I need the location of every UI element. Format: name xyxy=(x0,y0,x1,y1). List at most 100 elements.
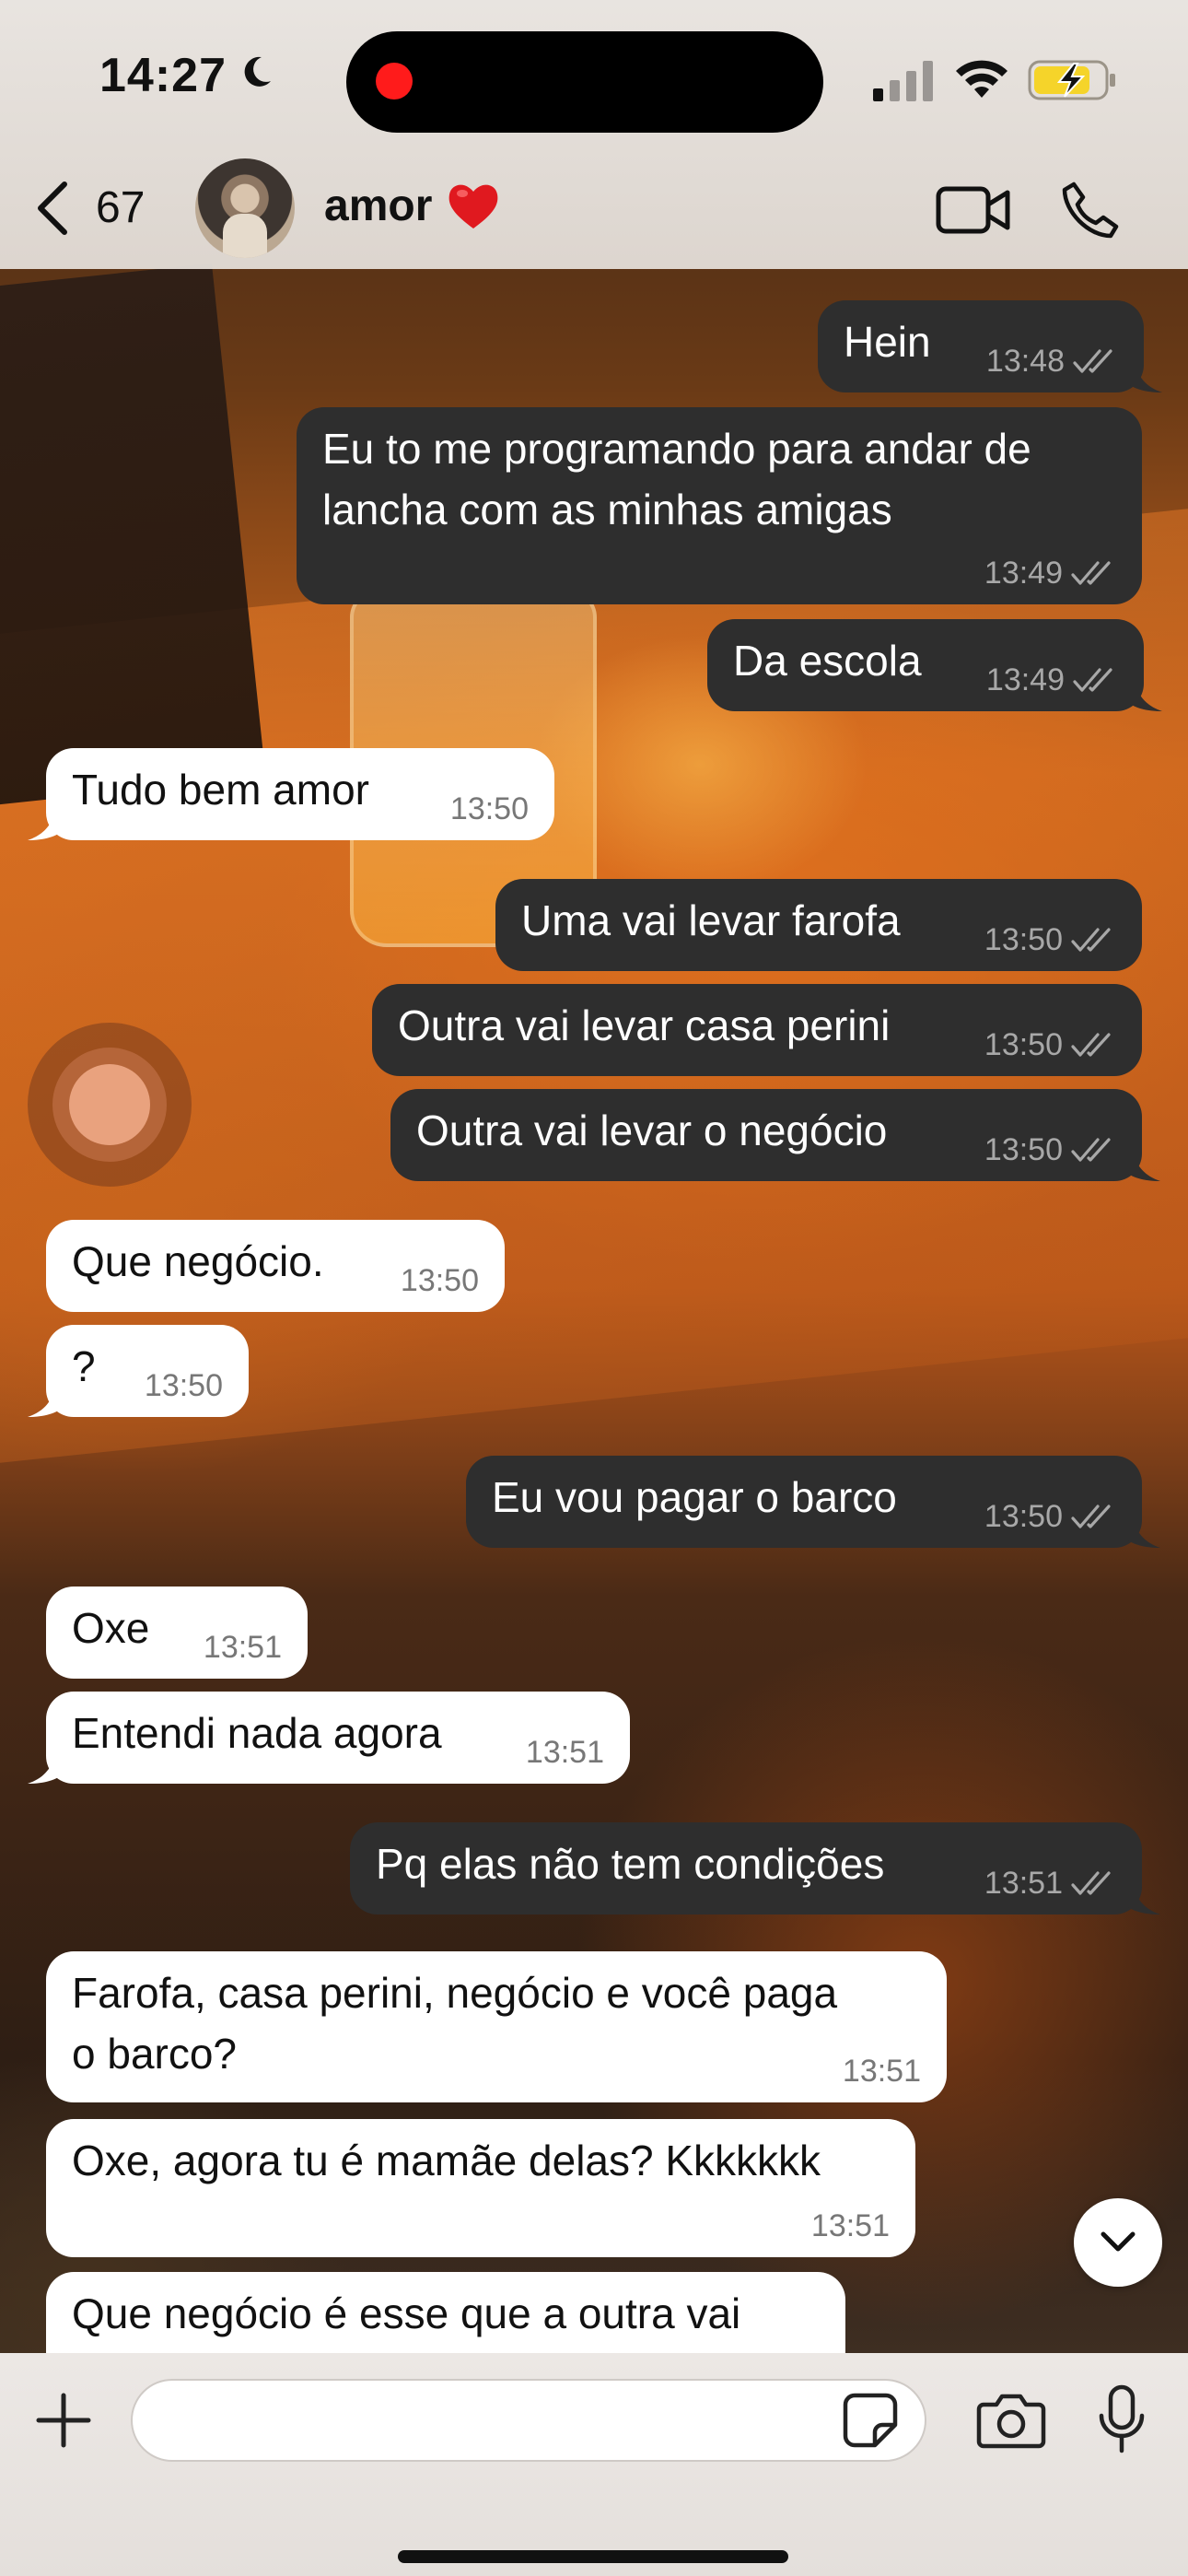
outgoing-message[interactable]: Outra vai levar o negócio 13:50 xyxy=(390,1089,1142,1181)
message-time: 13:50 xyxy=(144,1368,223,1403)
message-text-line: Eu to me programando para andar de xyxy=(322,425,1031,473)
message-text: Outra vai levar casa perini xyxy=(398,1001,891,1049)
read-receipt-icon xyxy=(1071,1871,1111,1895)
message-text-line: o barco? xyxy=(72,2030,238,2078)
message-text: Tudo bem amor xyxy=(72,766,369,814)
outgoing-message[interactable]: Hein 13:48 xyxy=(818,300,1144,392)
read-receipt-icon xyxy=(1073,668,1112,692)
scroll-to-bottom-button[interactable] xyxy=(1074,2198,1162,2287)
outgoing-message[interactable]: Eu vou pagar o barco 13:50 xyxy=(466,1456,1142,1548)
sticker-icon[interactable] xyxy=(842,2392,899,2449)
message-time: 13:49 xyxy=(985,662,1065,697)
microphone-icon[interactable] xyxy=(1096,2384,1147,2454)
message-time: 13:50 xyxy=(984,1027,1063,1062)
message-time: 13:50 xyxy=(984,1132,1063,1167)
message-input[interactable] xyxy=(131,2379,926,2462)
camera-icon[interactable] xyxy=(976,2392,1046,2449)
bubble-tail xyxy=(1124,1881,1160,1914)
incoming-message[interactable]: Entendi nada agora 13:51 xyxy=(46,1692,630,1784)
message-meta: 13:50 xyxy=(984,1026,1116,1063)
incoming-message[interactable]: Farofa, casa perini, negócio e você paga… xyxy=(46,1951,947,2102)
message-text: Eu vou pagar o barco xyxy=(492,1473,897,1521)
dynamic-island xyxy=(346,31,823,133)
heart-icon xyxy=(448,184,498,228)
message-meta: 13:50 xyxy=(984,1498,1116,1535)
moon-icon xyxy=(244,56,271,87)
message-text: Que negócio. xyxy=(72,1237,324,1285)
outgoing-message[interactable]: Uma vai levar farofa 13:50 xyxy=(495,879,1142,971)
back-chevron-icon[interactable] xyxy=(33,181,74,236)
read-receipt-icon xyxy=(1073,349,1112,373)
message-text: Outra vai levar o negócio xyxy=(416,1107,888,1154)
message-text: Oxe xyxy=(72,1604,150,1652)
message-time: 13:50 xyxy=(984,922,1063,957)
message-time: 13:51 xyxy=(203,1630,282,1665)
message-text: Hein xyxy=(844,318,931,366)
home-indicator xyxy=(398,2550,788,2563)
incoming-message[interactable]: Oxe 13:51 xyxy=(46,1587,308,1679)
message-meta: 13:51 xyxy=(811,2207,890,2244)
message-time: 13:48 xyxy=(985,344,1065,379)
message-text: Que negócio é esse que a outra vai xyxy=(72,2289,741,2337)
message-meta: 13:50 xyxy=(145,1367,223,1404)
message-time: 13:51 xyxy=(810,2208,890,2243)
wifi-icon xyxy=(956,60,1007,98)
bubble-tail xyxy=(28,1384,64,1417)
plus-icon[interactable] xyxy=(33,2390,94,2451)
message-text-line: lancha com as minhas amigas xyxy=(322,486,892,533)
outgoing-message[interactable]: Eu to me programando para andar de lancha… xyxy=(297,407,1142,604)
chevron-down-icon xyxy=(1101,2231,1136,2252)
battery-charging-icon xyxy=(1028,60,1115,100)
read-receipt-icon xyxy=(1071,1138,1111,1162)
outgoing-message[interactable]: Pq elas não tem condições 13:51 xyxy=(350,1822,1142,1914)
bubble-tail xyxy=(1124,1148,1160,1181)
message-meta: 13:50 xyxy=(450,790,529,827)
incoming-message[interactable]: Tudo bem amor 13:50 xyxy=(46,748,554,840)
message-meta: 13:50 xyxy=(984,1131,1116,1168)
message-meta: 13:49 xyxy=(984,555,1116,591)
incoming-message[interactable]: ? 13:50 xyxy=(46,1325,249,1417)
message-text: ? xyxy=(72,1342,96,1390)
outgoing-message[interactable]: Da escola 13:49 xyxy=(707,619,1144,711)
message-time: 13:50 xyxy=(984,1499,1063,1534)
avatar-figure xyxy=(223,214,267,258)
bubble-tail xyxy=(28,1751,64,1784)
assistive-touch-ring xyxy=(52,1048,167,1162)
message-text: Uma vai levar farofa xyxy=(521,896,901,944)
read-receipt-icon xyxy=(1071,1505,1111,1528)
assistive-touch-core xyxy=(69,1064,150,1145)
message-time: 13:51 xyxy=(525,1735,604,1770)
message-time: 13:51 xyxy=(984,1866,1063,1901)
message-meta: 13:49 xyxy=(986,662,1118,698)
video-call-icon[interactable] xyxy=(936,184,1011,236)
message-text: Entendi nada agora xyxy=(72,1709,442,1757)
phone-call-icon[interactable] xyxy=(1061,181,1120,240)
message-text: Oxe, agora tu é mamãe delas? Kkkkkkk xyxy=(72,2137,821,2184)
recording-dot-icon xyxy=(376,63,413,100)
message-text: Da escola xyxy=(733,637,922,685)
read-receipt-icon xyxy=(1071,928,1111,952)
message-meta: 13:51 xyxy=(843,2053,921,2090)
message-meta: 13:51 xyxy=(984,1865,1116,1902)
incoming-message[interactable]: Oxe, agora tu é mamãe delas? Kkkkkkk 13:5… xyxy=(46,2119,915,2257)
status-bar: 14:27 xyxy=(0,0,1188,161)
message-meta: 13:48 xyxy=(986,343,1118,380)
incoming-message[interactable]: Que negócio. 13:50 xyxy=(46,1220,505,1312)
read-receipt-icon xyxy=(1071,1033,1111,1057)
back-unread-count[interactable]: 67 xyxy=(96,182,145,233)
outgoing-message[interactable]: Outra vai levar casa perini 13:50 xyxy=(372,984,1142,1076)
message-time: 13:51 xyxy=(842,2054,921,2089)
bubble-tail xyxy=(1124,1515,1160,1548)
message-text-line: Farofa, casa perini, negócio e você paga xyxy=(72,1969,838,2017)
contact-name[interactable]: amor xyxy=(324,181,432,231)
message-time: 13:50 xyxy=(400,1263,479,1298)
bubble-tail xyxy=(1125,359,1162,392)
read-receipt-icon xyxy=(1071,561,1111,585)
message-meta: 13:50 xyxy=(401,1262,479,1299)
bubble-tail xyxy=(28,807,64,840)
contact-avatar[interactable] xyxy=(195,158,295,258)
message-text: Pq elas não tem condições xyxy=(376,1840,885,1888)
message-meta: 13:51 xyxy=(526,1734,604,1771)
message-meta: 13:51 xyxy=(204,1629,282,1666)
assistive-touch-button[interactable] xyxy=(28,1023,192,1187)
